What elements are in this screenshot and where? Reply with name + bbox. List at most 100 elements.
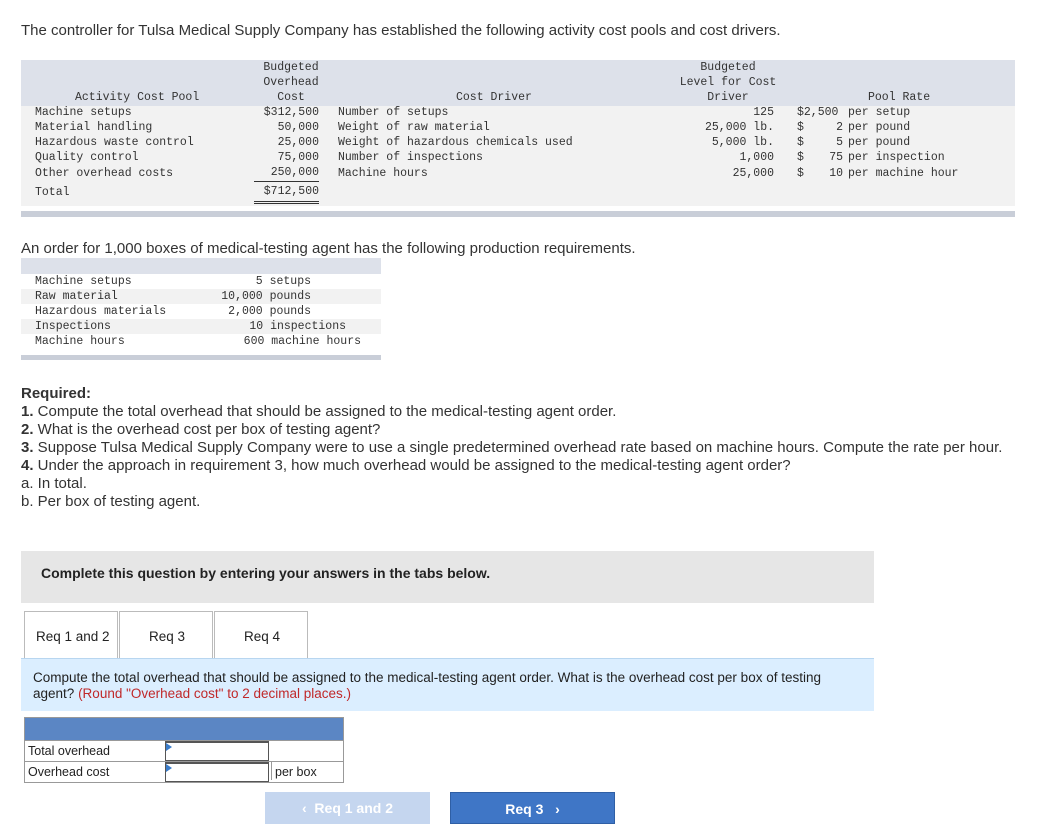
- requirement-text: Suppose Tulsa Medical Supply Company wer…: [33, 439, 1003, 456]
- tab-label: Req 1 and 2: [36, 629, 110, 644]
- instruction-text: Complete this question by entering your …: [41, 565, 491, 581]
- requirement-value: 10,000 pounds: [221, 290, 311, 303]
- header-pool: Activity Cost Pool: [75, 91, 200, 104]
- row-rate-unit: per setup: [848, 106, 911, 119]
- row-rate-amount: 75: [829, 151, 843, 164]
- tab-req-1-and-2[interactable]: Req 1 and 2: [24, 611, 118, 659]
- requirement-2: 2. What is the overhead cost per box of …: [21, 421, 1031, 439]
- row-pool: Hazardous waste control: [35, 136, 194, 149]
- requirement-value: 10 inspections: [249, 320, 346, 333]
- header-overhead-3: Cost: [277, 91, 305, 104]
- requirement-3: 3. Suppose Tulsa Medical Supply Company …: [21, 439, 1031, 457]
- row-driver: Number of setups: [338, 106, 449, 119]
- requirement-label: Hazardous materials: [35, 305, 167, 318]
- total-overhead-label: Total overhead: [28, 744, 111, 758]
- row-rate-symbol: $: [797, 167, 804, 180]
- row-rate-amount: 10: [829, 167, 843, 180]
- requirement-text: Under the approach in requirement 3, how…: [33, 457, 791, 474]
- row-rate-amount: 2: [836, 121, 843, 134]
- header-overhead-1: Budgeted: [263, 61, 319, 74]
- header-level-3: Driver: [707, 91, 749, 104]
- overhead-cost-label: Overhead cost: [28, 765, 110, 779]
- row-cost: 25,000: [277, 136, 319, 149]
- next-button[interactable]: Req 3 ›: [450, 792, 615, 824]
- production-requirements-table: Machine setups 5 setups Raw material 10,…: [21, 258, 381, 362]
- row-cost: 75,000: [277, 151, 319, 164]
- row-driver: Weight of hazardous chemicals used: [338, 136, 573, 149]
- row-rate-unit: per inspection: [848, 151, 945, 164]
- row-driver: Machine hours: [338, 167, 428, 180]
- row-pool: Quality control: [35, 151, 139, 164]
- overhead-cost-input[interactable]: [165, 762, 269, 782]
- chevron-left-icon: ‹: [301, 800, 307, 816]
- row-cost: 250,000: [254, 166, 319, 182]
- required-title: Required:: [21, 385, 92, 402]
- row-level: 125: [753, 106, 774, 119]
- row-level: 25,000 lb.: [704, 121, 774, 134]
- requirement-number: 4.: [21, 457, 34, 474]
- chevron-right-icon: ›: [555, 801, 560, 817]
- total-label: Total: [35, 186, 70, 199]
- row-rate-symbol: $: [797, 136, 804, 149]
- per-box-label: per box: [271, 762, 317, 780]
- requirement-value: 600 machine hours: [243, 335, 361, 348]
- prev-button-label: Req 1 and 2: [314, 800, 394, 816]
- instruction-box: Complete this question by entering your …: [21, 551, 874, 603]
- requirement-label: Inspections: [35, 320, 111, 333]
- overhead-cost-row: Overhead cost per box: [24, 762, 344, 783]
- requirement-4: 4. Under the approach in requirement 3, …: [21, 457, 1031, 475]
- row-driver: Weight of raw material: [338, 121, 490, 134]
- row-rate-unit: per pound: [848, 121, 911, 134]
- row-rate-symbol: $: [797, 121, 804, 134]
- next-button-label: Req 3: [505, 801, 544, 817]
- row-rate-unit: per pound: [848, 136, 911, 149]
- requirement-4b: b. Per box of testing agent.: [21, 493, 201, 510]
- row-level: 5,000 lb.: [711, 136, 774, 149]
- header-level-2: Level for Cost: [679, 76, 777, 89]
- header-rate: Pool Rate: [868, 91, 931, 104]
- row-driver: Number of inspections: [338, 151, 483, 164]
- prev-button[interactable]: ‹ Req 1 and 2: [265, 792, 430, 824]
- row-level: 1,000: [739, 151, 774, 164]
- total-overhead-row: Total overhead: [24, 741, 344, 762]
- row-rate-unit: per machine hour: [848, 167, 959, 180]
- total-cost: $712,500: [254, 185, 319, 204]
- header-driver: Cost Driver: [456, 91, 532, 104]
- total-overhead-input[interactable]: [165, 741, 269, 761]
- row-rate-symbol: $: [797, 151, 804, 164]
- requirement-4a: a. In total.: [21, 475, 87, 492]
- requirement-text: Compute the total overhead that should b…: [33, 403, 617, 420]
- requirement-value: 5 setups: [255, 275, 311, 288]
- requirement-number: 1.: [21, 403, 34, 420]
- requirement-label: Raw material: [35, 290, 118, 303]
- row-pool: Other overhead costs: [35, 167, 174, 180]
- tab-label: Req 4: [244, 629, 281, 644]
- order-intro-text: An order for 1,000 boxes of medical-test…: [21, 240, 636, 257]
- question-panel: Compute the total overhead that should b…: [21, 658, 874, 711]
- requirement-number: 3.: [21, 439, 34, 456]
- rounding-note: (Round "Overhead cost" to 2 decimal plac…: [78, 686, 352, 701]
- requirement-text: What is the overhead cost per box of tes…: [33, 421, 381, 438]
- requirement-number: 2.: [21, 421, 34, 438]
- header-overhead-2: Overhead: [263, 76, 319, 89]
- row-pool: Material handling: [35, 121, 153, 134]
- row-rate-amount: 5: [836, 136, 843, 149]
- row-cost: 50,000: [277, 121, 319, 134]
- requirement-label: Machine hours: [35, 335, 125, 348]
- requirement-value: 2,000 pounds: [228, 305, 311, 318]
- tab-label: Req 3: [149, 629, 186, 644]
- answer-table-header: [24, 717, 344, 741]
- row-pool: Machine setups: [35, 106, 132, 119]
- tab-req-3[interactable]: Req 3: [119, 611, 213, 659]
- header-level-1: Budgeted: [700, 61, 756, 74]
- intro-text: The controller for Tulsa Medical Supply …: [21, 22, 781, 39]
- row-cost: $312,500: [263, 106, 319, 119]
- row-rate-amount: $2,500: [797, 106, 839, 119]
- question-text: Compute the total overhead that should b…: [33, 670, 863, 702]
- requirement-label: Machine setups: [35, 275, 132, 288]
- tab-req-4[interactable]: Req 4: [214, 611, 308, 659]
- required-section: Required: 1. Compute the total overhead …: [21, 385, 1031, 511]
- row-level: 25,000: [732, 167, 774, 180]
- cost-pool-table: Activity Cost Pool Budgeted Overhead Cos…: [21, 60, 1015, 218]
- requirement-1: 1. Compute the total overhead that shoul…: [21, 403, 1031, 421]
